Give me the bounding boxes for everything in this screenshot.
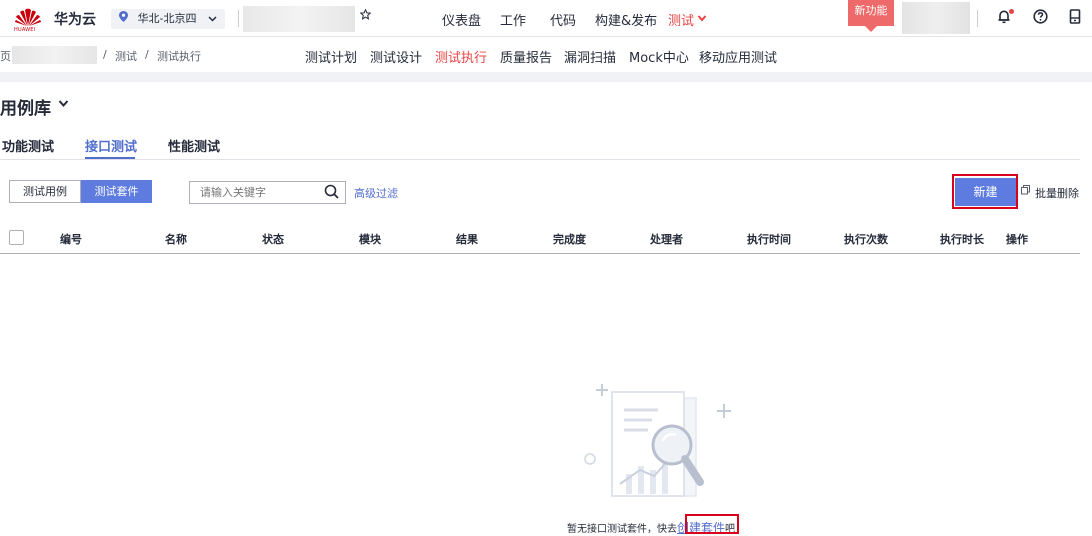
tabs-divider — [0, 159, 1080, 160]
favorite-star-icon[interactable] — [359, 8, 372, 23]
tab-functional-test[interactable]: 功能测试 — [2, 136, 54, 155]
nav-work[interactable]: 工作 — [500, 10, 526, 29]
column-header-execution-duration: 执行时长 — [940, 233, 984, 246]
highlight-box — [952, 174, 1018, 209]
nav-build-release[interactable]: 构建&发布 — [595, 10, 657, 29]
breadcrumb-cut-text: 页 — [0, 50, 11, 63]
user-account-redacted[interactable] — [902, 2, 970, 34]
advanced-filter-link[interactable]: 高级过滤 — [354, 185, 398, 201]
column-header-actions: 操作 — [1006, 233, 1028, 246]
subnav-test-design[interactable]: 测试设计 — [370, 47, 422, 66]
batch-copy-icon — [1021, 185, 1030, 195]
subnav-vulnerability-scan[interactable]: 漏洞扫描 — [564, 47, 616, 66]
region-label: 华北-北京四 — [137, 12, 197, 25]
divider — [238, 10, 239, 27]
breadcrumb-project-redacted[interactable] — [12, 46, 97, 64]
column-header-execution-time: 执行时间 — [747, 233, 791, 246]
column-header-handler: 处理者 — [650, 233, 683, 246]
breadcrumb-test-execution: 测试执行 — [157, 50, 201, 63]
batch-delete-button[interactable]: 批量删除 — [1035, 185, 1079, 201]
column-header-status: 状态 — [262, 233, 284, 246]
breadcrumb-separator: / — [145, 48, 149, 61]
column-header-id: 编号 — [60, 233, 82, 246]
help-icon[interactable] — [1033, 9, 1048, 28]
section-divider-band — [0, 72, 1092, 82]
nav-dashboard[interactable]: 仪表盘 — [442, 10, 481, 29]
project-selector-redacted[interactable] — [243, 6, 355, 32]
page-title[interactable]: 用例库 — [0, 94, 51, 119]
secondary-navbar: 页 / 测试 / 测试执行 测试计划 测试设计 测试执行 质量报告 漏洞扫描 M… — [0, 38, 1092, 72]
highlight-box — [685, 514, 739, 534]
nav-testing[interactable]: 测试 — [668, 10, 694, 29]
search-icon[interactable] — [323, 183, 341, 201]
location-pin-icon — [119, 10, 128, 30]
segment-test-suites[interactable]: 测试套件 — [81, 180, 152, 203]
breadcrumb-testing[interactable]: 测试 — [115, 48, 137, 64]
column-header-execution-count: 执行次数 — [844, 233, 888, 246]
notification-dot — [1009, 9, 1014, 14]
breadcrumb-separator: / — [103, 48, 107, 61]
mobile-app-icon[interactable] — [1069, 9, 1081, 28]
empty-state-text: 暂无接口测试套件，快去 — [567, 524, 677, 535]
subnav-test-execution[interactable]: 测试执行 — [435, 47, 487, 66]
select-all-checkbox[interactable] — [9, 230, 24, 245]
tab-api-test[interactable]: 接口测试 — [85, 136, 137, 155]
top-navbar: HUAWEI 华为云 华北-北京四 仪表盘 工作 代码 构建&发布 测试 新功能 — [0, 0, 1092, 37]
subnav-quality-report[interactable]: 质量报告 — [500, 47, 552, 66]
column-header-completion: 完成度 — [553, 233, 586, 246]
new-feature-badge[interactable]: 新功能 — [848, 0, 894, 32]
chevron-down-icon[interactable] — [58, 99, 69, 108]
segment-test-cases[interactable]: 测试用例 — [9, 180, 81, 203]
empty-state-illustration — [584, 384, 731, 497]
tab-performance-test[interactable]: 性能测试 — [168, 136, 220, 155]
subnav-test-plan[interactable]: 测试计划 — [305, 47, 357, 66]
column-header-module: 模块 — [359, 233, 381, 246]
subnav-mobile-app-testing[interactable]: 移动应用测试 — [699, 47, 777, 66]
chevron-down-icon — [208, 9, 217, 37]
nav-code[interactable]: 代码 — [550, 10, 576, 29]
divider — [977, 10, 978, 27]
chevron-down-icon[interactable] — [697, 14, 707, 23]
logo-wordmark: HUAWEI — [14, 27, 36, 33]
column-header-result: 结果 — [456, 233, 478, 246]
region-selector[interactable]: 华北-北京四 — [111, 9, 225, 29]
subnav-mock-center[interactable]: Mock中心 — [629, 47, 689, 66]
column-header-name: 名称 — [165, 233, 187, 246]
table-header-divider — [0, 253, 1080, 254]
brand-name[interactable]: 华为云 — [54, 9, 96, 29]
